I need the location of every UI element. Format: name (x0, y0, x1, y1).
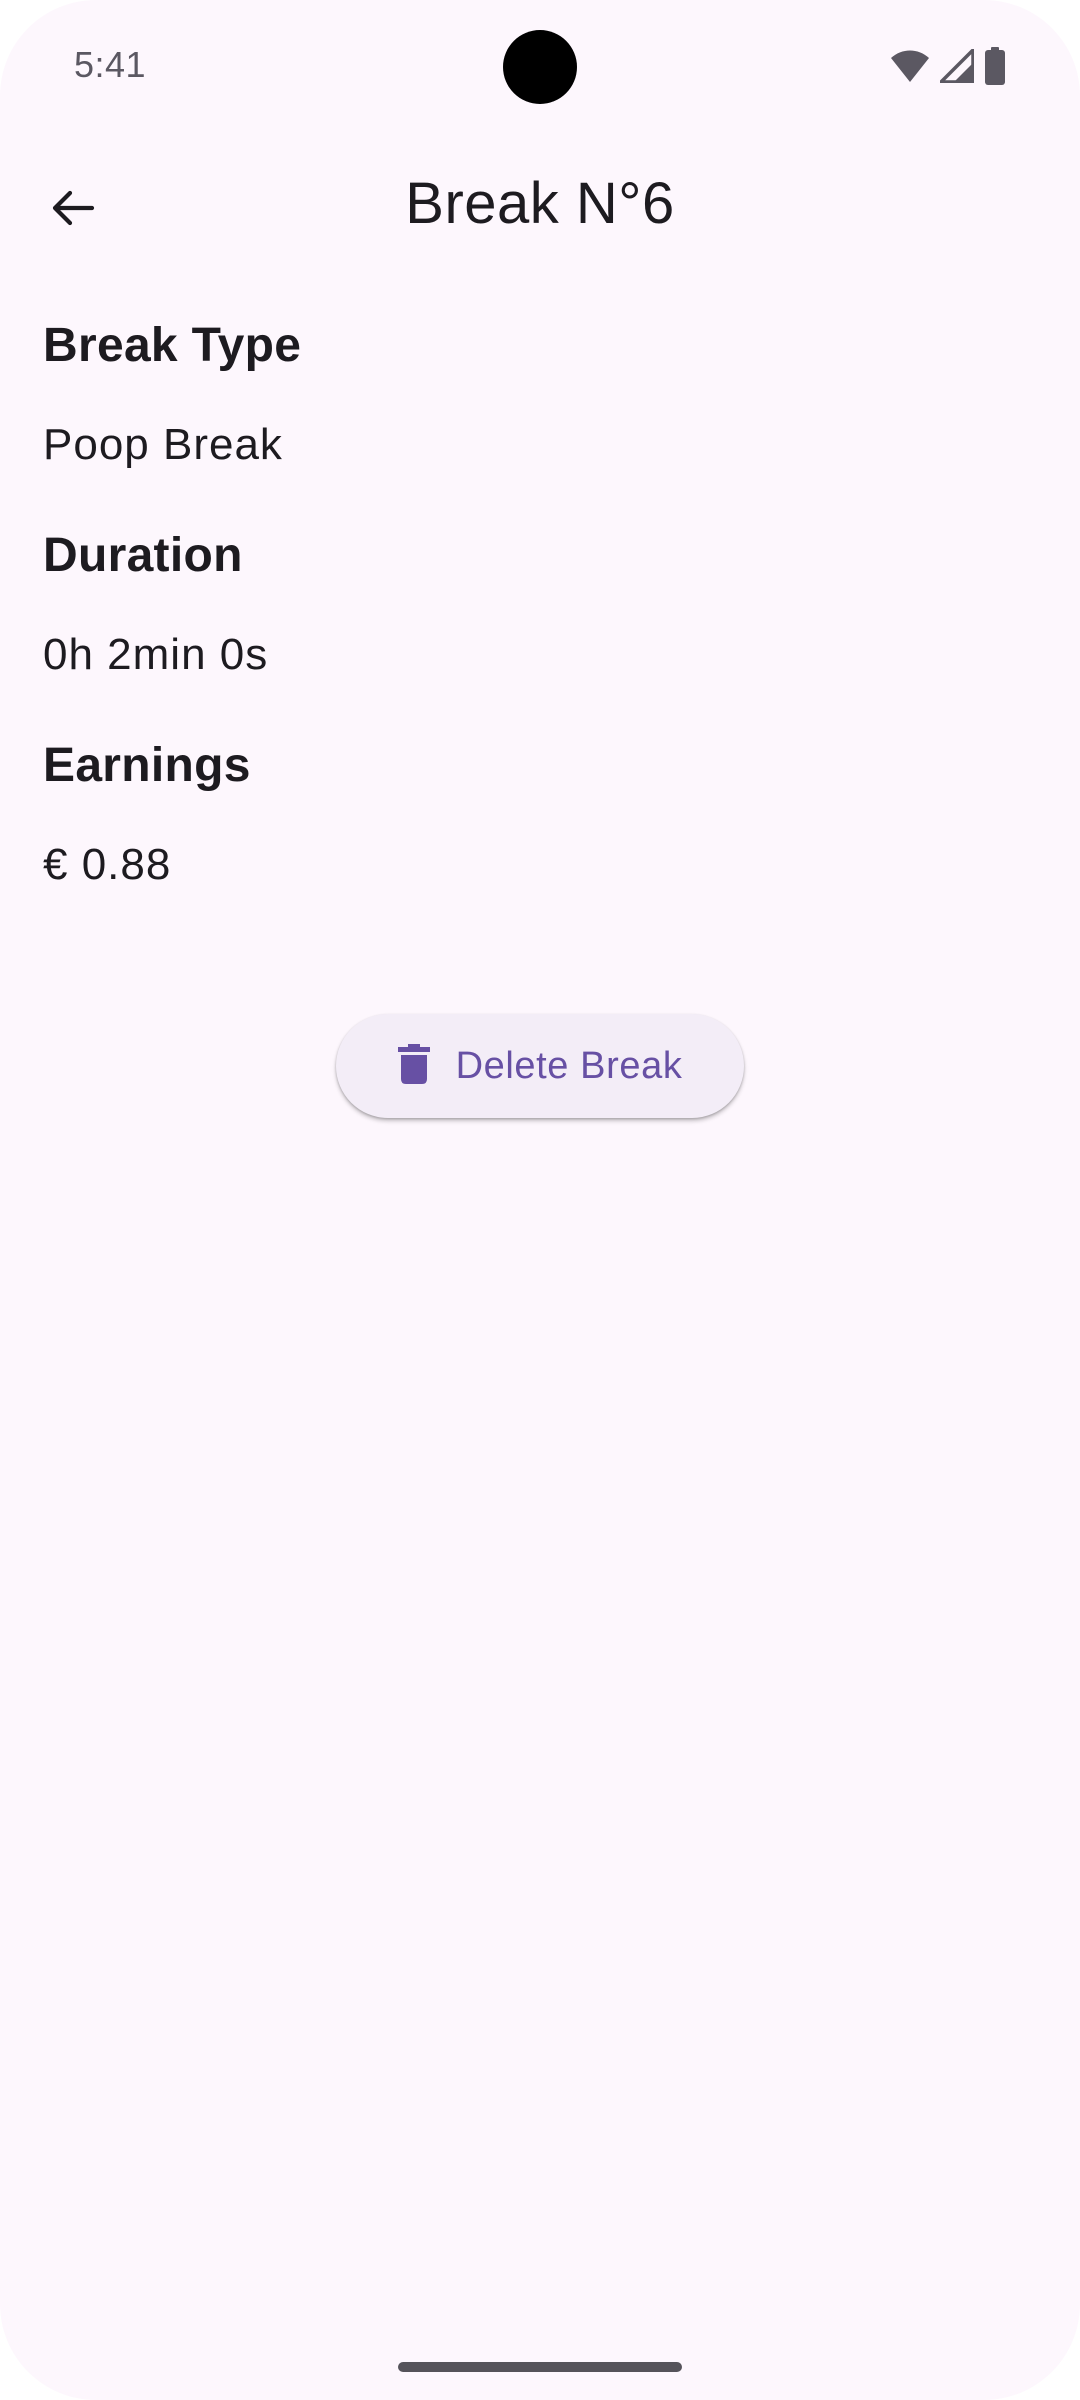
status-time: 5:41 (74, 44, 147, 85)
status-bar: 5:41 (0, 0, 1080, 132)
break-type-value: Poop Break (43, 420, 283, 469)
page-title: Break N°6 (405, 171, 675, 236)
camera-cutout (503, 30, 577, 104)
delete-break-button[interactable]: Delete Break (336, 1014, 744, 1118)
trash-icon (397, 1043, 430, 1089)
wifi-icon (890, 49, 930, 83)
screen: 5:41 Break N°6 Break Type Poop Break Dur… (0, 0, 1080, 2400)
earnings-label: Earnings (43, 739, 251, 792)
battery-icon (984, 47, 1006, 85)
break-type-label: Break Type (43, 319, 302, 372)
cellular-signal-icon (940, 49, 974, 83)
app-bar: Break N°6 (0, 150, 1080, 262)
earnings-value: € 0.88 (43, 840, 172, 889)
home-indicator[interactable] (398, 2362, 682, 2372)
delete-break-label: Delete Break (455, 1044, 683, 1087)
duration-label: Duration (43, 529, 243, 582)
duration-value: 0h 2min 0s (43, 630, 269, 679)
status-icons (890, 46, 1006, 86)
